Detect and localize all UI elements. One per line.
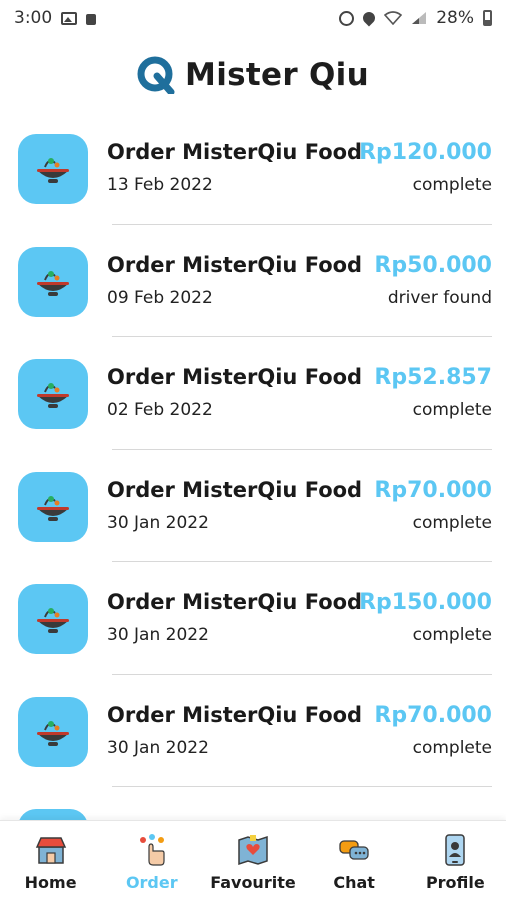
- app-title: Mister Qiu: [185, 57, 369, 93]
- order-status: driver found: [387, 287, 492, 308]
- store-icon: [35, 837, 66, 864]
- order-status: complete: [412, 737, 492, 758]
- order-thumbnail: [18, 134, 88, 204]
- order-price: Rp50.000: [374, 252, 492, 278]
- nav-chat[interactable]: Chat: [304, 833, 404, 892]
- signal-icon: [412, 12, 427, 24]
- order-date: 30 Jan 2022: [107, 512, 209, 533]
- order-price: Rp150.000: [359, 590, 492, 615]
- order-list-item[interactable]: [0, 787, 506, 822]
- status-right: 28%: [339, 8, 492, 28]
- nav-favourite[interactable]: Favourite: [203, 833, 303, 892]
- nav-label: Chat: [333, 873, 375, 892]
- battery-icon: [483, 10, 492, 26]
- order-list-item[interactable]: Order MisterQiu Food Rp70.000 30 Jan 202…: [0, 675, 506, 787]
- order-thumbnail: [18, 359, 88, 429]
- order-price: Rp52.857: [374, 365, 492, 390]
- favourite-map-icon: [238, 835, 268, 866]
- food-wok-icon: [37, 158, 69, 183]
- order-date: 09 Feb 2022: [107, 287, 213, 308]
- order-list-item[interactable]: Order MisterQiu Food Rp150.000 30 Jan 20…: [0, 562, 506, 675]
- order-date: 30 Jan 2022: [107, 737, 209, 758]
- order-list[interactable]: Order MisterQiu Food Rp120.000 13 Feb 20…: [0, 112, 506, 822]
- order-list-item[interactable]: Order MisterQiu Food Rp50.000 09 Feb 202…: [0, 225, 506, 337]
- status-bar: 3:00 28%: [0, 0, 506, 36]
- food-wok-icon: [37, 720, 69, 746]
- order-title: Order MisterQiu Food: [107, 590, 363, 614]
- order-title: Order MisterQiu Food: [107, 252, 363, 277]
- food-wok-icon: [37, 495, 69, 521]
- image-icon: [61, 11, 78, 25]
- bottom-nav: Home Order Favourite Chat Profile: [0, 820, 506, 900]
- order-thumbnail: [18, 696, 88, 767]
- order-title: Order MisterQiu Food: [107, 477, 363, 502]
- order-thumbnail: [18, 584, 88, 654]
- battery-percent: 28%: [436, 8, 474, 28]
- status-time: 3:00: [14, 8, 53, 28]
- order-title: Order MisterQiu Food: [107, 365, 363, 389]
- order-thumbnail: [18, 246, 88, 317]
- location-icon: [360, 9, 378, 27]
- alarm-icon: [339, 10, 355, 26]
- nav-home[interactable]: Home: [1, 833, 101, 892]
- order-date: 13 Feb 2022: [107, 175, 213, 195]
- q-logo-icon: [137, 56, 175, 94]
- order-price: Rp120.000: [359, 140, 492, 165]
- order-price: Rp70.000: [374, 477, 492, 503]
- order-price: Rp70.000: [374, 702, 492, 728]
- order-date: 02 Feb 2022: [107, 400, 213, 420]
- order-thumbnail: [18, 471, 88, 542]
- order-list-item[interactable]: Order MisterQiu Food Rp120.000 13 Feb 20…: [0, 112, 506, 225]
- wifi-icon: [384, 11, 403, 25]
- nav-label: Order: [125, 873, 178, 892]
- nav-profile[interactable]: Profile: [405, 833, 505, 892]
- nav-label: Home: [24, 873, 77, 892]
- status-left: 3:00: [14, 8, 97, 28]
- nav-label: Profile: [425, 873, 485, 892]
- food-wok-icon: [37, 608, 69, 633]
- nav-label: Favourite: [210, 873, 296, 892]
- order-status: complete: [412, 625, 492, 645]
- order-title: Order MisterQiu Food: [107, 140, 363, 164]
- bag-icon: [86, 14, 97, 25]
- order-list-item[interactable]: Order MisterQiu Food Rp70.000 30 Jan 202…: [0, 450, 506, 562]
- profile-phone-icon: [445, 834, 466, 866]
- order-status: complete: [412, 512, 492, 533]
- order-date: 30 Jan 2022: [107, 625, 209, 645]
- order-list-item[interactable]: Order MisterQiu Food Rp52.857 02 Feb 202…: [0, 337, 506, 450]
- order-status: complete: [412, 175, 492, 195]
- nav-order[interactable]: Order: [102, 833, 202, 892]
- order-tap-icon: [139, 834, 165, 866]
- app-header: Mister Qiu: [0, 50, 506, 100]
- order-title: Order MisterQiu Food: [107, 702, 363, 727]
- food-wok-icon: [37, 383, 69, 408]
- order-status: complete: [412, 400, 492, 420]
- food-wok-icon: [37, 270, 69, 296]
- chat-bubbles-icon: [339, 840, 369, 860]
